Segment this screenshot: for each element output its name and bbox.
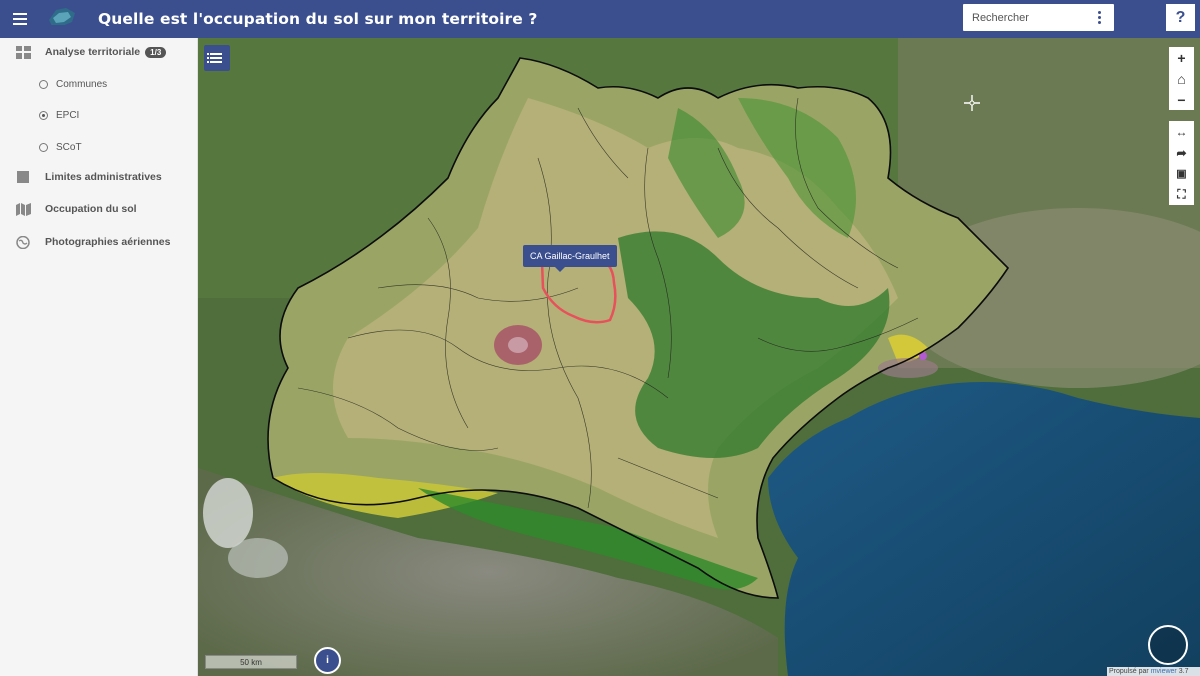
sidebar-item-label: Occupation du sol: [45, 203, 137, 215]
zoom-in-button[interactable]: +: [1169, 47, 1194, 68]
measure-button[interactable]: ↔: [1169, 121, 1194, 142]
search-input[interactable]: [972, 11, 1090, 24]
radio-checked-icon[interactable]: [39, 110, 48, 120]
info-button[interactable]: i: [314, 647, 341, 674]
map-view[interactable]: + ⌂ − ↔ ➦ ▣ ⛶ CA Gaillac-Graulhet 50 km …: [198, 38, 1200, 676]
map-icon: [16, 202, 31, 216]
page-title: Quelle est l'occupation du sol sur mon t…: [98, 10, 538, 28]
home-button[interactable]: ⌂: [1169, 68, 1194, 89]
export-image-button[interactable]: ▣: [1169, 163, 1194, 184]
layers-toggle-button[interactable]: [204, 45, 230, 71]
option-label: Communes: [56, 78, 108, 90]
zoom-controls: + ⌂ −: [1169, 47, 1194, 110]
crosshair-cursor-icon: [964, 95, 980, 111]
mviewer-link[interactable]: mviewer: [1151, 668, 1177, 675]
satellite-basemap: [198, 38, 1200, 676]
radio-icon[interactable]: [39, 79, 48, 89]
sidebar-item-label: Limites administratives: [45, 171, 162, 183]
scale-bar: 50 km: [205, 655, 297, 669]
app-logo: [44, 4, 80, 34]
attribution-prefix: Propulsé par: [1109, 668, 1149, 675]
radio-icon[interactable]: [39, 142, 48, 152]
attribution-version: 3.7: [1178, 668, 1189, 675]
share-button[interactable]: ➦: [1169, 142, 1194, 163]
sidebar-item-label: Photographies aériennes: [45, 236, 171, 248]
count-badge: 1/3: [145, 46, 167, 58]
tool-controls: ↔ ➦ ▣ ⛶: [1169, 121, 1194, 205]
search-box[interactable]: [963, 4, 1114, 31]
zoom-out-button[interactable]: −: [1169, 89, 1194, 110]
fullscreen-button[interactable]: ⛶: [1169, 184, 1194, 205]
sidebar-item-label: Analyse territoriale: [45, 46, 141, 58]
grid-icon: [16, 45, 31, 59]
attribution: Propulsé par mviewer 3.7: [1107, 667, 1200, 676]
globe-icon: [16, 235, 30, 249]
app-header: Quelle est l'occupation du sol sur mon t…: [0, 0, 1200, 38]
sidebar: Analyse territoriale 1/3 Communes EPCI SC…: [0, 38, 198, 676]
geolocate-button[interactable]: [1148, 625, 1188, 665]
feature-tooltip: CA Gaillac-Graulhet: [523, 245, 617, 272]
search-options-icon[interactable]: [1098, 11, 1101, 24]
help-button[interactable]: ?: [1166, 4, 1195, 31]
square-icon: [17, 170, 29, 183]
option-label: EPCI: [56, 109, 80, 121]
option-label: SCoT: [56, 141, 82, 153]
menu-icon[interactable]: [0, 0, 40, 38]
